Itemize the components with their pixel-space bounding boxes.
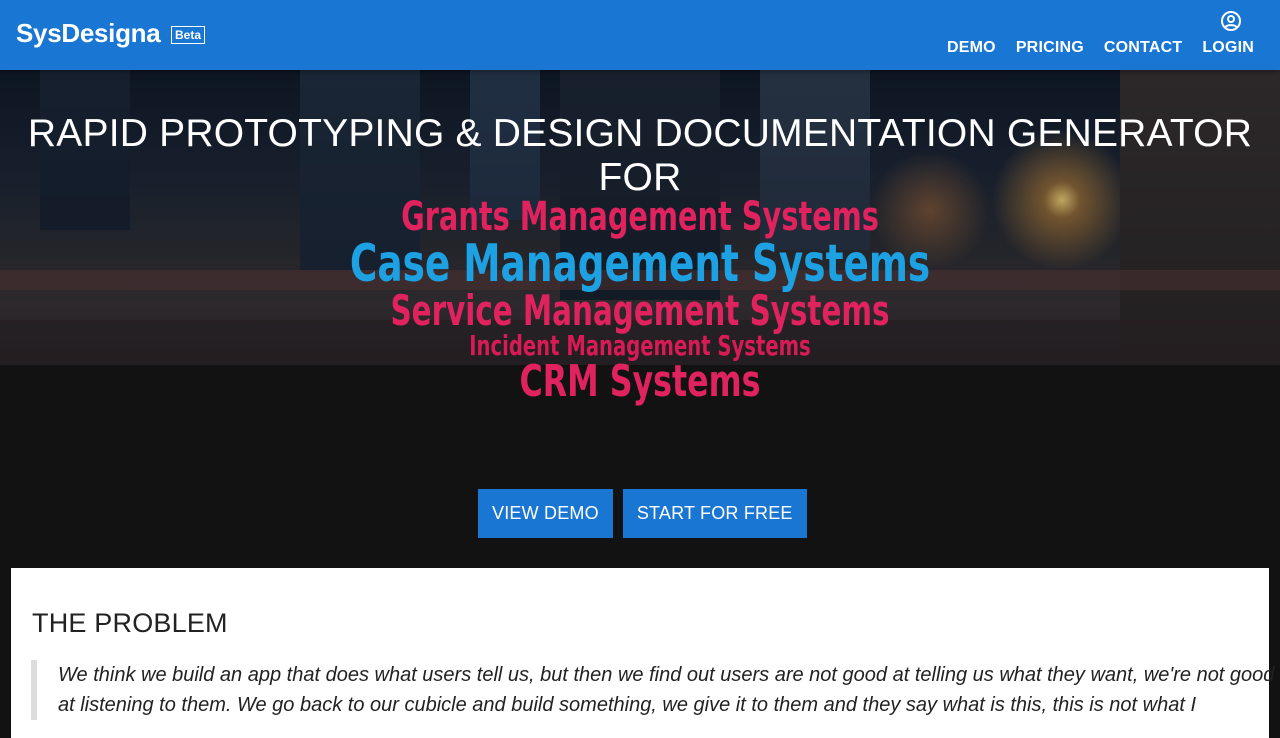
account-circle-icon[interactable] [1219, 9, 1243, 33]
main-nav: DEMO PRICING CONTACT LOGIN [947, 39, 1254, 57]
start-for-free-button[interactable]: START FOR FREE [622, 489, 807, 538]
hero-rotating-words: Grants Management Systems Case Managemen… [0, 190, 1280, 407]
nav-login-link[interactable]: LOGIN [1202, 39, 1254, 57]
nav-contact-link[interactable]: CONTACT [1104, 39, 1182, 57]
problem-card: THE PROBLEM We think we build an app tha… [11, 568, 1274, 738]
problem-title: THE PROBLEM [32, 608, 228, 638]
brand-logo[interactable]: SysDesigna [16, 18, 161, 49]
view-demo-button[interactable]: VIEW DEMO [478, 489, 613, 538]
hero-word: Service Management Systems [390, 286, 890, 335]
top-app-bar: SysDesigna Beta DEMO PRICING CONTACT LOG… [0, 0, 1280, 70]
hero-word: CRM Systems [519, 356, 761, 407]
hero-headline: RAPID PROTOTYPING & DESIGN DOCUMENTATION… [27, 112, 1253, 199]
problem-quote: We think we build an app that does what … [31, 660, 1276, 720]
nav-pricing-link[interactable]: PRICING [1016, 39, 1084, 57]
beta-badge: Beta [171, 26, 206, 44]
hero-actions: VIEW DEMO START FOR FREE [478, 489, 807, 538]
hero-word-highlighted: Case Management Systems [349, 234, 931, 294]
nav-demo-link[interactable]: DEMO [947, 39, 996, 57]
